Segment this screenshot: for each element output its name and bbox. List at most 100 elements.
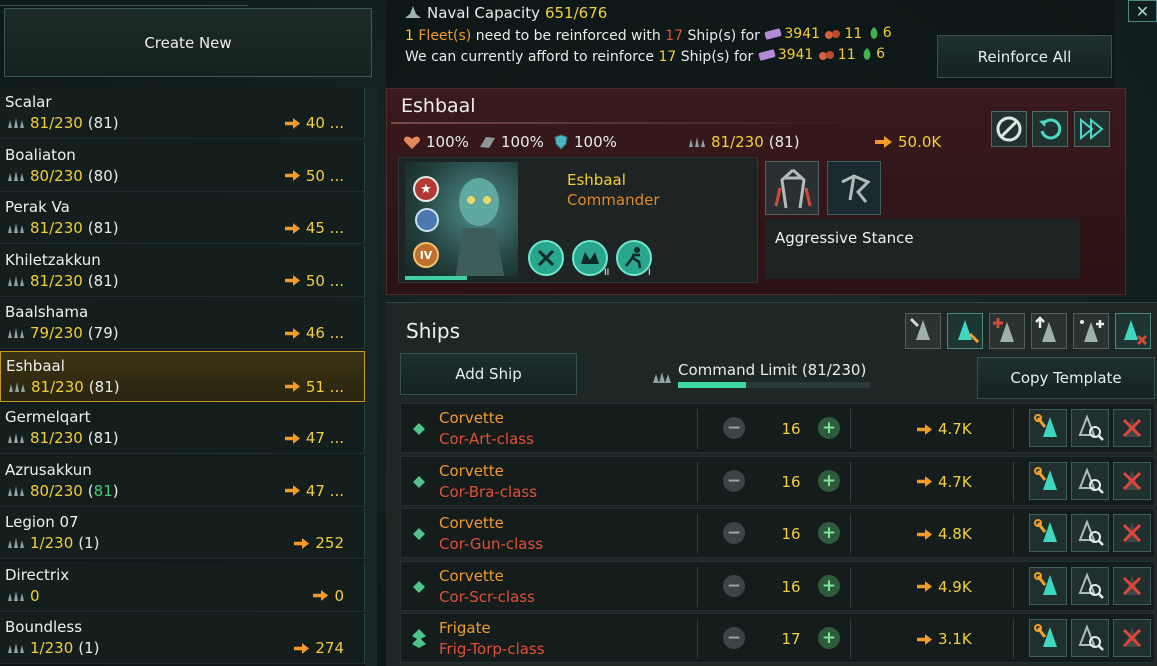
fleet-list-item[interactable]: Germelqart 81/230 (81) 47 ... [0, 403, 365, 454]
decrease-button[interactable]: − [723, 522, 745, 544]
edit-design-button[interactable] [1029, 514, 1067, 552]
increase-button[interactable]: + [818, 522, 840, 544]
fleet-list-item[interactable]: Scalar 81/230 (81) 40 ... [0, 88, 365, 139]
delete-design-button[interactable] [1113, 409, 1151, 447]
reinforce-ship-icon [958, 320, 980, 344]
toolbar-reinforce-button[interactable] [947, 313, 983, 349]
ship-class[interactable]: Cor-Scr-class [439, 588, 535, 606]
decrease-button[interactable]: − [723, 627, 745, 649]
disband-fleet-button[interactable] [991, 111, 1027, 147]
fleet-list-item[interactable]: Boaliaton 80/230 (80) 50 ... [0, 140, 365, 192]
ships-title: Ships [406, 319, 461, 343]
naval-capacity: Naval Capacity 651/676 [404, 4, 607, 22]
ship-count: 17 [781, 630, 801, 648]
toolbar-upgrade-button[interactable] [905, 313, 941, 349]
wrench-ship-icon [1034, 571, 1057, 595]
decrease-button[interactable]: − [723, 574, 745, 597]
fleet-power-icon [917, 581, 933, 592]
ship-row: Corvette Cor-Scr-class − 16 +4.9K [400, 560, 1155, 611]
fleet-name[interactable]: Eshbaal [401, 95, 476, 117]
trait-3[interactable]: I [616, 240, 652, 278]
inspect-design-button[interactable] [1071, 566, 1109, 605]
hull-stat: 100% [403, 133, 469, 151]
aggressive-stance-icon [774, 168, 812, 209]
fleet-list-item[interactable]: Legion 07 1/230 (1) 252 [0, 508, 365, 559]
create-new-button[interactable]: Create New [4, 8, 372, 77]
ship-class[interactable]: Cor-Gun-class [439, 535, 543, 553]
hull-value: 100% [426, 133, 469, 151]
decrease-button[interactable]: − [723, 469, 745, 492]
increase-button[interactable]: + [818, 627, 840, 649]
fleet-list-item[interactable]: Boundless 1/230 (1) 274 [0, 613, 365, 664]
fleet-list-name: Boundless [5, 618, 83, 636]
edit-design-button[interactable] [1029, 566, 1067, 605]
toolbar-new-design-button[interactable] [1073, 313, 1109, 349]
ship-type: Frigate [439, 619, 491, 637]
fleet-power-icon [284, 327, 300, 339]
fleet-list-scrollbar[interactable] [365, 88, 377, 666]
inspect-design-button[interactable] [1071, 619, 1109, 657]
inspect-design-button[interactable] [1071, 461, 1109, 500]
delete-design-button[interactable] [1113, 619, 1151, 657]
edit-design-button[interactable] [1029, 409, 1067, 447]
delete-design-button[interactable] [1113, 461, 1151, 500]
trait-2-rank: II [604, 268, 610, 278]
ship-class[interactable]: Cor-Bra-class [439, 483, 537, 501]
commander-box: ★ IV Eshbaal Commander II I [398, 157, 758, 283]
increase-button[interactable]: + [818, 469, 840, 492]
ship-type: Corvette [439, 514, 504, 532]
increase-button[interactable]: + [818, 574, 840, 597]
fleet-list-power: 274 [294, 639, 344, 657]
delete-design-button[interactable] [1113, 514, 1151, 552]
add-ship-button[interactable]: Add Ship [400, 353, 577, 395]
row-divider [850, 409, 851, 449]
ship-class[interactable]: Frig-Torp-class [439, 640, 545, 658]
toolbar-add-button[interactable] [989, 313, 1025, 349]
stance-aggressive-button[interactable] [765, 161, 819, 215]
trait-2[interactable]: II [572, 240, 610, 278]
command-limit: Command Limit (81/230) [650, 359, 880, 395]
fleet-list-item[interactable]: Khiletzakkun 81/230 (81) 50 ... [0, 245, 365, 297]
corvette-tier-icon [413, 475, 425, 488]
ship-class[interactable]: Cor-Art-class [439, 430, 534, 448]
merge-fleet-button[interactable] [1074, 111, 1110, 147]
fleet-power-icon [284, 381, 300, 392]
stance-box: Aggressive Stance [765, 157, 1080, 283]
decrease-button[interactable]: − [723, 417, 745, 439]
toolbar-promote-button[interactable] [1031, 313, 1067, 349]
fleet-list-size: 1/230 (1) [5, 534, 100, 552]
ships-icon [8, 485, 24, 496]
fleet-list-item[interactable]: Directrix 0 0 [0, 560, 365, 612]
fleet-power-icon [917, 528, 933, 540]
copy-template-button[interactable]: Copy Template [977, 357, 1155, 399]
fleet-list-item[interactable]: Perak Va 81/230 (81) 45 ... [0, 193, 365, 244]
return-fleet-button[interactable] [1032, 111, 1068, 147]
stance-engagement-button[interactable] [827, 161, 881, 215]
reinforce-all-button[interactable]: Reinforce All [937, 35, 1112, 78]
wrench-ship-icon [1034, 624, 1057, 647]
fleet-power-icon [284, 275, 300, 286]
shield-stat: 100% [553, 133, 617, 151]
edit-design-button[interactable] [1029, 619, 1067, 657]
close-button[interactable]: ✕ [1128, 0, 1157, 22]
inspect-design-button[interactable] [1071, 514, 1109, 552]
trait-3-rank: I [648, 268, 651, 278]
edit-design-button[interactable] [1029, 461, 1067, 500]
fleet-power-stat: 50.0K [875, 133, 941, 151]
increase-button[interactable]: + [818, 417, 840, 439]
row-divider [697, 514, 698, 554]
delete-design-button[interactable] [1113, 566, 1151, 605]
ship-count: 16 [781, 472, 801, 491]
fleet-size-extra: (81) [768, 133, 800, 151]
fleet-list-item[interactable]: Eshbaal 81/230 (81) 51 ... [0, 350, 365, 402]
row-divider [1013, 566, 1014, 607]
commander-name: Eshbaal [567, 171, 626, 189]
fleet-list-size: 0 [5, 587, 40, 605]
inspect-design-button[interactable] [1071, 409, 1109, 447]
fleet-list-item[interactable]: Baalshama 79/230 (79) 46 ... [0, 298, 365, 349]
fleet-list-item[interactable]: Azrusakkun 80/230 (81) 47 ... [0, 455, 365, 507]
reinforce-needed-text: need to be reinforced with [475, 28, 661, 44]
ships-icon [8, 538, 24, 548]
toolbar-remove-button[interactable] [1115, 313, 1151, 349]
trait-1[interactable] [528, 240, 564, 276]
